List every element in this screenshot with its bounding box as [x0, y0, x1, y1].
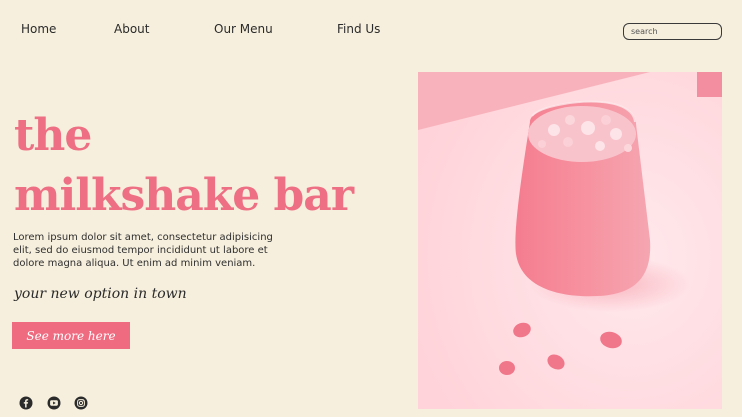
page-title: the milkshake bar: [14, 106, 354, 226]
photo-corner-block: [697, 72, 722, 97]
nav-about-link[interactable]: About: [114, 22, 149, 36]
milkshake-photo: [418, 72, 722, 409]
see-more-button[interactable]: See more here: [12, 322, 130, 349]
hero-description: Lorem ipsum dolor sit amet, consectetur …: [13, 232, 273, 269]
page-title-line-1: the: [14, 110, 92, 161]
instagram-icon[interactable]: [74, 396, 88, 410]
nav-our-menu-link[interactable]: Our Menu: [214, 22, 273, 36]
nav-home-link[interactable]: Home: [21, 22, 56, 36]
cup-ice-topping: [528, 106, 636, 162]
search-input[interactable]: [623, 23, 722, 40]
youtube-icon[interactable]: [47, 396, 61, 410]
hero-tagline: your new option in town: [14, 286, 187, 302]
page-title-line-2: milkshake bar: [14, 170, 354, 221]
nav-find-us-link[interactable]: Find Us: [337, 22, 380, 36]
facebook-icon[interactable]: [19, 396, 33, 410]
